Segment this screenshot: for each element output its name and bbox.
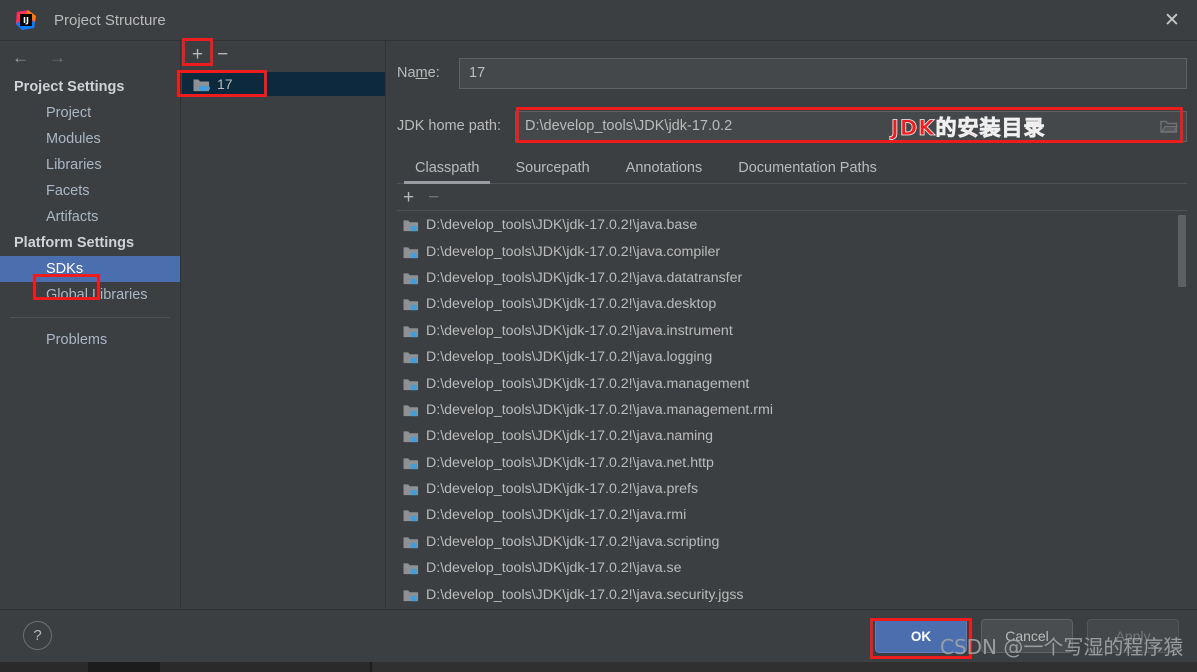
classpath-row[interactable]: D:\develop_tools\JDK\jdk-17.0.2!\java.in… [397, 318, 1187, 344]
name-label: Name: [397, 65, 440, 81]
window-title: Project Structure [54, 11, 166, 29]
classpath-row-label: D:\develop_tools\JDK\jdk-17.0.2!\java.ba… [426, 217, 698, 234]
add-classpath-button[interactable]: + [403, 188, 414, 207]
classpath-row[interactable]: D:\develop_tools\JDK\jdk-17.0.2!\java.ba… [397, 212, 1187, 238]
browse-folder-icon[interactable] [1156, 114, 1182, 138]
classpath-row[interactable]: D:\develop_tools\JDK\jdk-17.0.2!\java.de… [397, 291, 1187, 317]
module-folder-icon [403, 535, 419, 549]
module-folder-icon [403, 561, 419, 575]
classpath-row[interactable]: D:\develop_tools\JDK\jdk-17.0.2!\java.na… [397, 423, 1187, 449]
classpath-scrollbar[interactable] [1177, 212, 1187, 602]
module-folder-icon [403, 245, 419, 259]
classpath-list[interactable]: D:\develop_tools\JDK\jdk-17.0.2!\java.ba… [397, 212, 1187, 602]
module-folder-icon [403, 429, 419, 443]
classpath-row[interactable]: D:\develop_tools\JDK\jdk-17.0.2!\java.sc… [397, 529, 1187, 555]
sidebar-item-modules[interactable]: Modules [0, 126, 180, 152]
jdk-home-path-input[interactable]: D:\develop_tools\JDK\jdk-17.0.2 [515, 110, 1187, 142]
classpath-row[interactable]: D:\develop_tools\JDK\jdk-17.0.2!\java.lo… [397, 344, 1187, 370]
sidebar-item-global-libraries[interactable]: Global Libraries [0, 282, 180, 308]
classpath-row-label: D:\develop_tools\JDK\jdk-17.0.2!\java.ne… [426, 454, 714, 471]
tab-documentation-paths[interactable]: Documentation Paths [720, 156, 895, 183]
classpath-row-label: D:\develop_tools\JDK\jdk-17.0.2!\java.pr… [426, 481, 699, 498]
csdn-watermark: CSDN @一个写湿的程序猿 [940, 635, 1184, 659]
module-folder-icon [403, 324, 419, 338]
classpath-row-label: D:\develop_tools\JDK\jdk-17.0.2!\java.sc… [426, 533, 720, 550]
forward-arrow-icon[interactable]: → [49, 49, 66, 66]
module-folder-icon [403, 482, 419, 496]
jdk-folder-icon [193, 77, 210, 92]
sdk-tree-item-label: 17 [217, 76, 233, 92]
settings-nav-panel: ← → Project Settings Project Modules Lib… [0, 41, 181, 608]
sdk-list-panel: + − 17 [182, 41, 386, 608]
classpath-toolbar: + − [397, 185, 1187, 211]
module-folder-icon [403, 456, 419, 470]
svg-text:IJ: IJ [23, 16, 29, 25]
project-structure-dialog: IJ Project Structure ✕ ← → Project Setti… [0, 0, 1197, 672]
jdk-path-annotation-text: JDK的安装目录 [891, 116, 1046, 141]
module-folder-icon [403, 377, 419, 391]
module-folder-icon [403, 218, 419, 232]
sdk-tree: 17 [182, 68, 385, 96]
classpath-row[interactable]: D:\develop_tools\JDK\jdk-17.0.2!\java.rm… [397, 502, 1187, 528]
title-bar: IJ Project Structure ✕ [0, 0, 1197, 41]
classpath-row-label: D:\develop_tools\JDK\jdk-17.0.2!\java.ma… [426, 375, 750, 392]
classpath-scrollbar-thumb[interactable] [1178, 215, 1186, 287]
classpath-row[interactable]: D:\develop_tools\JDK\jdk-17.0.2!\java.ma… [397, 397, 1187, 423]
sidebar-item-facets[interactable]: Facets [0, 178, 180, 204]
classpath-row-label: D:\develop_tools\JDK\jdk-17.0.2!\java.se… [426, 586, 744, 602]
add-sdk-button[interactable]: + [192, 45, 203, 64]
name-input[interactable]: 17 [459, 57, 1187, 89]
classpath-rows: D:\develop_tools\JDK\jdk-17.0.2!\java.ba… [397, 212, 1187, 602]
jdk-home-path-value: D:\develop_tools\JDK\jdk-17.0.2 [525, 118, 733, 134]
sidebar-item-artifacts[interactable]: Artifacts [0, 204, 180, 230]
help-button[interactable]: ? [23, 621, 52, 650]
module-folder-icon [403, 297, 419, 311]
module-folder-icon [403, 508, 419, 522]
name-field-row: Name: 17 [397, 55, 1187, 91]
intellij-idea-logo-icon: IJ [14, 8, 38, 32]
sdk-list-toolbar: + − [182, 41, 385, 68]
classpath-row[interactable]: D:\develop_tools\JDK\jdk-17.0.2!\java.se… [397, 581, 1187, 602]
sidebar-item-libraries[interactable]: Libraries [0, 152, 180, 178]
tab-annotations[interactable]: Annotations [608, 156, 721, 183]
tab-classpath[interactable]: Classpath [397, 156, 497, 184]
classpath-row[interactable]: D:\develop_tools\JDK\jdk-17.0.2!\java.co… [397, 238, 1187, 264]
nav-heading-platform-settings: Platform Settings [14, 235, 135, 251]
module-folder-icon [403, 588, 419, 602]
classpath-row[interactable]: D:\develop_tools\JDK\jdk-17.0.2!\java.da… [397, 265, 1187, 291]
jdk-home-path-label: JDK home path: [397, 118, 501, 134]
back-arrow-icon[interactable]: ← [12, 49, 29, 66]
classpath-row-label: D:\develop_tools\JDK\jdk-17.0.2!\java.co… [426, 243, 721, 260]
sidebar-item-problems[interactable]: Problems [0, 327, 180, 353]
sdk-detail-panel: Name: 17 JDK home path: D:\develop_tools… [387, 41, 1197, 608]
close-icon[interactable]: ✕ [1147, 0, 1197, 41]
classpath-row-label: D:\develop_tools\JDK\jdk-17.0.2!\java.se [426, 560, 682, 577]
module-folder-icon [403, 271, 419, 285]
module-folder-icon [403, 403, 419, 417]
classpath-row-label: D:\develop_tools\JDK\jdk-17.0.2!\java.de… [426, 296, 717, 313]
sidebar-item-sdks[interactable]: SDKs [0, 256, 180, 282]
sdk-tree-item-17[interactable]: 17 [182, 72, 385, 96]
classpath-row[interactable]: D:\develop_tools\JDK\jdk-17.0.2!\java.se [397, 555, 1187, 581]
classpath-row-label: D:\develop_tools\JDK\jdk-17.0.2!\java.da… [426, 269, 743, 286]
classpath-row[interactable]: D:\develop_tools\JDK\jdk-17.0.2!\java.pr… [397, 476, 1187, 502]
nav-heading-project-settings: Project Settings [14, 79, 125, 95]
classpath-row[interactable]: D:\develop_tools\JDK\jdk-17.0.2!\java.ne… [397, 450, 1187, 476]
classpath-row-label: D:\develop_tools\JDK\jdk-17.0.2!\java.ma… [426, 401, 773, 418]
nav-history-controls: ← → [0, 41, 180, 74]
remove-classpath-button: − [428, 187, 440, 208]
module-folder-icon [403, 350, 419, 364]
sdk-detail-tabs: Classpath Sourcepath Annotations Documen… [397, 151, 1187, 184]
sidebar-item-project[interactable]: Project [0, 100, 180, 126]
jdk-home-path-row: JDK home path: D:\develop_tools\JDK\jdk-… [397, 108, 1187, 144]
tab-sourcepath[interactable]: Sourcepath [497, 156, 607, 183]
classpath-row-label: D:\develop_tools\JDK\jdk-17.0.2!\java.rm… [426, 507, 687, 524]
classpath-row[interactable]: D:\develop_tools\JDK\jdk-17.0.2!\java.ma… [397, 370, 1187, 396]
remove-sdk-button[interactable]: − [217, 45, 228, 64]
nav-divider [10, 317, 170, 318]
classpath-row-label: D:\develop_tools\JDK\jdk-17.0.2!\java.in… [426, 322, 733, 339]
desktop-taskbar [0, 662, 1197, 672]
classpath-row-label: D:\develop_tools\JDK\jdk-17.0.2!\java.lo… [426, 349, 713, 366]
classpath-row-label: D:\develop_tools\JDK\jdk-17.0.2!\java.na… [426, 428, 714, 445]
